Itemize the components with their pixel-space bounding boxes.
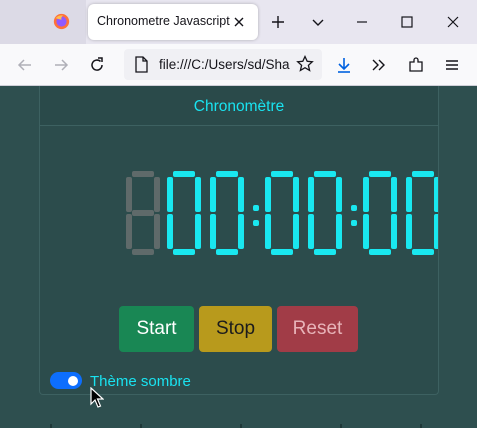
download-icon[interactable] bbox=[334, 55, 354, 75]
edge-mark bbox=[240, 424, 242, 428]
edge-mark bbox=[340, 424, 342, 428]
card-header: Chronomètre bbox=[40, 86, 438, 126]
reset-button[interactable]: Reset bbox=[277, 306, 358, 352]
overflow-chevrons-icon[interactable] bbox=[369, 55, 389, 75]
mouse-cursor-icon bbox=[90, 387, 104, 408]
page-title: Chronomètre bbox=[193, 98, 285, 115]
time-digit bbox=[308, 171, 342, 255]
ghost-digit bbox=[126, 171, 160, 255]
extensions-icon[interactable] bbox=[406, 55, 426, 75]
active-tab[interactable]: Chronometre Javascript bbox=[88, 4, 258, 40]
time-digit bbox=[167, 171, 201, 255]
stop-button[interactable]: Stop bbox=[199, 306, 272, 352]
time-digit bbox=[210, 171, 244, 255]
browser-nav-bar: file:///C:/Users/sd/Sha bbox=[0, 44, 477, 86]
start-button[interactable]: Start bbox=[119, 306, 194, 352]
edge-mark bbox=[140, 424, 142, 428]
maximize-icon[interactable] bbox=[397, 12, 417, 32]
firefox-icon bbox=[53, 13, 70, 30]
bookmark-star-icon[interactable] bbox=[295, 54, 315, 74]
time-digit bbox=[265, 171, 299, 255]
chevron-down-icon[interactable] bbox=[308, 12, 328, 32]
tab-title: Chronometre Javascript bbox=[97, 14, 230, 28]
inactive-tab[interactable] bbox=[0, 0, 86, 44]
edge-mark bbox=[50, 424, 52, 428]
url-text: file:///C:/Users/sd/Sha bbox=[159, 57, 290, 72]
time-digit bbox=[406, 171, 438, 255]
colon-separator bbox=[253, 205, 259, 226]
close-window-icon[interactable] bbox=[443, 12, 463, 32]
browser-tab-bar: Chronometre Javascript bbox=[0, 0, 477, 44]
stopwatch-display bbox=[126, 171, 438, 255]
page-icon bbox=[135, 56, 148, 73]
time-digit bbox=[363, 171, 397, 255]
toggle-knob bbox=[68, 375, 78, 386]
edge-mark bbox=[420, 424, 422, 428]
minimize-icon[interactable] bbox=[352, 12, 372, 32]
reload-icon[interactable] bbox=[87, 55, 107, 75]
url-bar[interactable]: file:///C:/Users/sd/Sha bbox=[124, 49, 322, 80]
page-content: Chronomètre Start Stop Reset Thème sombr… bbox=[0, 86, 477, 428]
close-tab-icon[interactable] bbox=[230, 13, 248, 31]
back-arrow-icon[interactable] bbox=[15, 55, 35, 75]
forward-arrow-icon[interactable] bbox=[51, 55, 71, 75]
colon-separator bbox=[351, 205, 357, 226]
dark-theme-label: Thème sombre bbox=[90, 373, 191, 390]
bottom-edge bbox=[0, 424, 477, 428]
menu-hamburger-icon[interactable] bbox=[442, 55, 462, 75]
stopwatch-card: Chronomètre Start Stop Reset Thème sombr… bbox=[39, 86, 439, 395]
dark-theme-toggle[interactable] bbox=[50, 372, 82, 389]
new-tab-icon[interactable] bbox=[268, 12, 288, 32]
